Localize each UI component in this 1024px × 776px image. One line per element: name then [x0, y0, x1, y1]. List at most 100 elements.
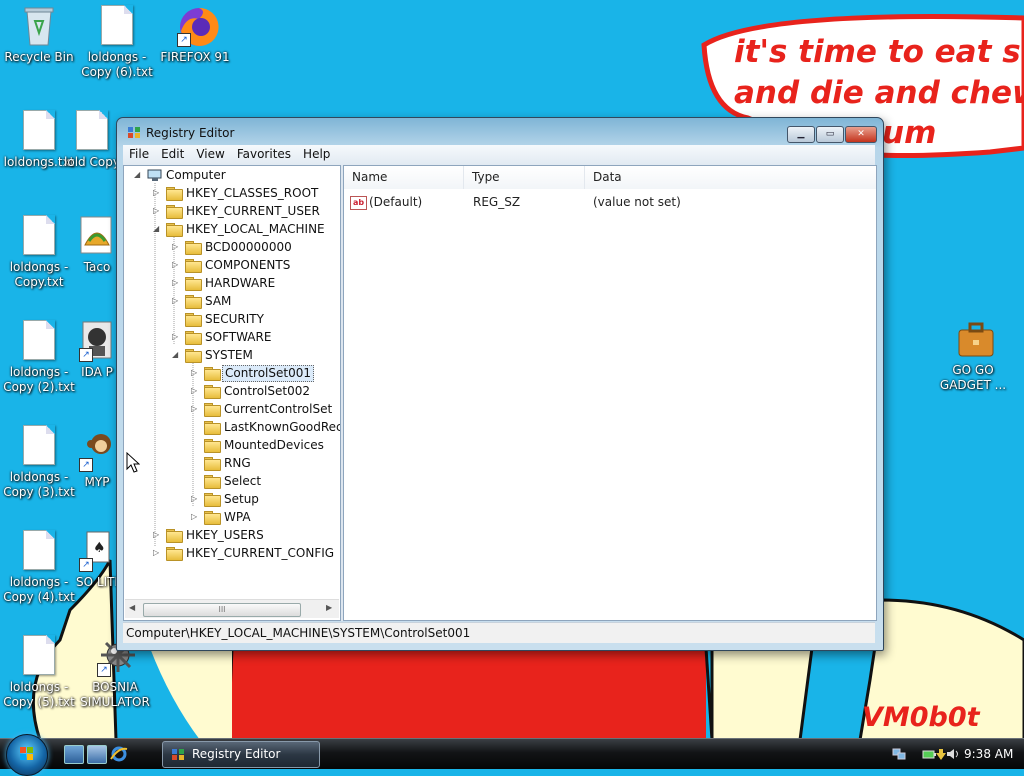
- folder-icon: [204, 493, 221, 507]
- desktop-icon-label: FIREFOX 91: [160, 50, 230, 64]
- desktop-icon-loldongs-copy-partial[interactable]: lold Copy: [62, 110, 122, 170]
- expand-arrow-icon[interactable]: ▷: [172, 274, 181, 292]
- shortcut-arrow-icon: ↗: [97, 663, 111, 677]
- volume-icon[interactable]: [946, 747, 960, 761]
- expand-arrow-icon[interactable]: ▷: [172, 256, 181, 274]
- tree-node-label: Computer: [166, 168, 226, 182]
- expand-arrow-icon[interactable]: ▷: [191, 382, 200, 400]
- tree-node-label: ControlSet001: [222, 365, 314, 382]
- desktop-icon-loldongs-copy[interactable]: loldongs - Copy.txt: [0, 215, 84, 290]
- expand-arrow-icon[interactable]: ▷: [191, 364, 200, 382]
- taskbar-button-registry-editor[interactable]: Registry Editor: [162, 741, 320, 768]
- expand-arrow-icon[interactable]: ▷: [153, 544, 162, 562]
- switch-windows-icon[interactable]: [87, 745, 107, 764]
- expand-arrow-icon[interactable]: ▷: [191, 508, 200, 526]
- close-icon: ✕: [857, 129, 865, 139]
- tree-node-label: BCD00000000: [205, 240, 292, 254]
- tree-node-label: ControlSet002: [224, 384, 310, 398]
- column-header-data[interactable]: Data: [585, 166, 876, 189]
- folder-icon: [185, 295, 202, 309]
- desktop-icon-taco[interactable]: Taco: [74, 215, 120, 275]
- expand-arrow-icon[interactable]: ▷: [153, 202, 162, 220]
- desktop-icon-label: loldongs - Copy (3).txt: [3, 470, 75, 499]
- desktop-icon-label: loldongs - Copy.txt: [9, 260, 69, 289]
- tree-horizontal-scrollbar[interactable]: ◀ III ▶: [125, 599, 339, 618]
- desktop-icon-myp[interactable]: ↗ MYP: [74, 430, 120, 490]
- title-bar[interactable]: Registry Editor ▁ ▭ ✕: [117, 118, 883, 146]
- folder-icon: [204, 439, 221, 453]
- desktop-icon-firefox[interactable]: ↗ FIREFOX 91: [150, 5, 240, 65]
- desktop-icon-loldongs-copy-3[interactable]: loldongs - Copy (3).txt: [0, 425, 84, 500]
- expand-arrow-icon[interactable]: ▷: [153, 526, 162, 544]
- wallpaper-text-line-3: um: [882, 115, 937, 151]
- maximize-button[interactable]: ▭: [816, 126, 844, 143]
- desktop-icon-label: SO LITI: [76, 575, 118, 589]
- folder-icon: [204, 403, 221, 417]
- desktop-icon-loldongs-copy-6[interactable]: loldongs - Copy (6).txt: [72, 5, 162, 80]
- desktop-icon-loldongs-copy-2[interactable]: loldongs - Copy (2).txt: [0, 320, 84, 395]
- desktop-icon-label: IDA P: [81, 365, 113, 379]
- briefcase-icon: [955, 318, 994, 360]
- column-header-type[interactable]: Type: [464, 166, 585, 189]
- collapse-arrow-icon[interactable]: ◢: [153, 220, 162, 238]
- desktop-icon-loldongs-copy-4[interactable]: loldongs - Copy (4).txt: [0, 530, 84, 605]
- expand-arrow-icon[interactable]: ▷: [172, 328, 181, 346]
- column-header-name[interactable]: Name: [344, 166, 464, 189]
- scroll-left-arrow-icon[interactable]: ◀: [129, 603, 135, 612]
- taskbar: Registry Editor 9:38 AM: [0, 734, 1024, 776]
- menu-favorites[interactable]: Favorites: [231, 145, 297, 164]
- text-file-icon: [21, 425, 57, 467]
- internet-explorer-icon[interactable]: [110, 745, 128, 762]
- mouse-cursor-icon: [126, 452, 140, 473]
- show-desktop-icon[interactable]: [64, 745, 84, 764]
- menu-edit[interactable]: Edit: [155, 145, 190, 164]
- tree-node-label: HKEY_CLASSES_ROOT: [186, 186, 319, 200]
- folder-icon: [166, 223, 183, 237]
- solitaire-icon: ♠ ↗: [79, 530, 115, 572]
- value-name: (Default): [369, 195, 423, 209]
- menu-file[interactable]: File: [123, 145, 155, 164]
- expand-arrow-icon[interactable]: ▷: [153, 184, 162, 202]
- network-icon[interactable]: [892, 747, 906, 761]
- minimize-button[interactable]: ▁: [787, 126, 815, 143]
- expand-arrow-icon[interactable]: ▷: [172, 238, 181, 256]
- desktop-icon-label: loldongs - Copy (6).txt: [81, 50, 153, 79]
- monkey-icon: ↗: [79, 430, 115, 472]
- registry-editor-window[interactable]: Registry Editor ▁ ▭ ✕ File Edit View Favori…: [116, 117, 884, 651]
- expand-arrow-icon[interactable]: ▷: [172, 292, 181, 310]
- taco-icon: [79, 215, 115, 257]
- tree-node-label: Select: [224, 474, 262, 488]
- taskbar-button-label: Registry Editor: [192, 747, 281, 761]
- expand-arrow-icon[interactable]: ▷: [191, 490, 200, 508]
- desktop-icon-go-go-gadget[interactable]: GO GO GADGET ...: [928, 318, 1018, 393]
- text-file-icon: [21, 530, 57, 572]
- system-tray: 9:38 AM: [888, 741, 1024, 767]
- registry-key-tree[interactable]: ◢ Computer ▷ HKEY_CLASSES_ROOT ▷ HKEY_CU…: [123, 165, 341, 621]
- tree-node-label: LastKnownGoodReco: [224, 420, 341, 434]
- start-button[interactable]: [6, 734, 48, 776]
- desktop-icon-label: MYP: [84, 475, 110, 489]
- menu-help[interactable]: Help: [297, 145, 336, 164]
- windows-logo-icon: [20, 747, 34, 761]
- scroll-right-arrow-icon[interactable]: ▶: [326, 603, 332, 612]
- collapse-arrow-icon[interactable]: ◢: [134, 166, 143, 184]
- svg-text:♠: ♠: [93, 540, 106, 556]
- collapse-arrow-icon[interactable]: ◢: [172, 346, 181, 364]
- window-title: Registry Editor: [146, 126, 235, 140]
- close-button[interactable]: ✕: [845, 126, 877, 143]
- tree-node-label: WPA: [224, 510, 251, 524]
- tree-node-label: SOFTWARE: [205, 330, 272, 344]
- tree-node-label: CurrentControlSet: [224, 402, 333, 416]
- desktop-icon-label: BOSNIA SIMULATOR: [80, 680, 150, 709]
- expand-arrow-icon[interactable]: ▷: [191, 400, 200, 418]
- folder-icon: [166, 529, 183, 543]
- desktop-icon-label: GO GO GADGET ...: [939, 363, 1007, 392]
- clock[interactable]: 9:38 AM: [964, 741, 1013, 768]
- desktop-icon-solitaire[interactable]: ♠ ↗ SO LITI: [74, 530, 120, 590]
- desktop-icon-ida-pro[interactable]: ↗ IDA P: [74, 320, 120, 380]
- folder-icon: [185, 259, 202, 273]
- menu-view[interactable]: View: [190, 145, 230, 164]
- scrollbar-thumb[interactable]: III: [143, 603, 301, 617]
- registry-values-list[interactable]: Name Type Data ab (Default) REG_SZ (valu…: [343, 165, 877, 621]
- folder-icon: [204, 511, 221, 525]
